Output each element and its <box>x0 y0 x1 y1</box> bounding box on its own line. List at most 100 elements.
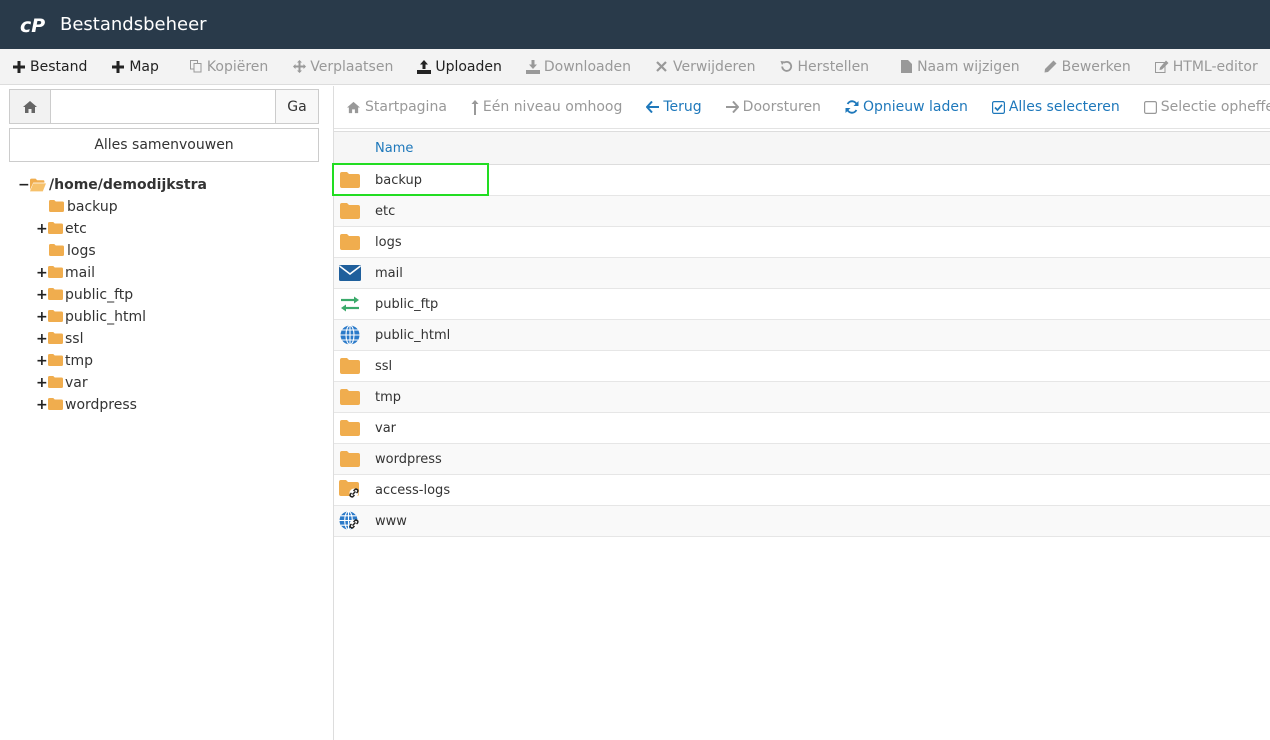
tree-root[interactable]: − /home/demodijkstra <box>0 174 334 196</box>
toolbar-bestand-button[interactable]: Bestand <box>0 49 99 84</box>
file-list: backup etc logs mail public_ftp public_htmlss… <box>332 163 1270 537</box>
table-row[interactable]: access-logs <box>334 475 1270 506</box>
file-name[interactable]: logs <box>375 235 402 250</box>
folder-icon <box>48 354 64 367</box>
toolbar-naam-wijzigen-button[interactable]: Naam wijzigen <box>887 49 1032 84</box>
folder-icon <box>48 222 64 235</box>
table-row[interactable]: wordpress <box>334 444 1270 475</box>
folder-icon <box>339 448 361 470</box>
table-row[interactable]: backup <box>332 163 1270 196</box>
toolbar-button-label: Map <box>129 58 159 75</box>
tree-item-etc[interactable]: + etc <box>0 218 334 240</box>
tree-item-tmp[interactable]: + tmp <box>0 350 334 372</box>
checkbox-checked-icon <box>991 100 1005 114</box>
table-row[interactable]: tmp <box>334 382 1270 413</box>
table-header: Name <box>334 131 1270 165</box>
app-header: cP Bestandsbeheer <box>0 0 1270 49</box>
expand-toggle-icon[interactable]: + <box>36 331 48 347</box>
table-row[interactable]: www <box>334 506 1270 537</box>
expand-toggle-icon[interactable]: + <box>36 397 48 413</box>
collapse-all-button[interactable]: Alles samenvouwen <box>9 128 319 162</box>
folder-icon <box>49 244 65 257</box>
folder-icon <box>48 288 64 301</box>
file-name[interactable]: www <box>375 514 407 529</box>
table-row[interactable]: etc <box>334 196 1270 227</box>
home-button[interactable] <box>10 90 51 123</box>
toolbar-downloaden-button[interactable]: Downloaden <box>514 49 643 84</box>
toolbar-uploaden-button[interactable]: Uploaden <box>405 49 514 84</box>
copy-icon <box>189 60 203 74</box>
toolbar-button-label: Verplaatsen <box>310 58 394 75</box>
file-name[interactable]: var <box>375 421 396 436</box>
tree-item-ssl[interactable]: + ssl <box>0 328 334 350</box>
toolbar-map-button[interactable]: Map <box>99 49 171 84</box>
toolbar-verwijderen-button[interactable]: Verwijderen <box>643 49 768 84</box>
file-name[interactable]: public_ftp <box>375 297 438 312</box>
toolbar-herstellen-button[interactable]: Herstellen <box>768 49 882 84</box>
file-name[interactable]: etc <box>375 204 395 219</box>
toolbar-html-editor-button[interactable]: HTML-editor <box>1143 49 1270 84</box>
tree-item-public-ftp[interactable]: + public_ftp <box>0 284 334 306</box>
home-icon <box>346 101 361 114</box>
table-row[interactable]: var <box>334 413 1270 444</box>
table-row[interactable]: public_ftp <box>334 289 1270 320</box>
nav-e-n-niveau-omhoog-button[interactable]: Eén niveau omhoog <box>459 99 634 115</box>
tree-item-backup[interactable]: backup <box>0 196 334 218</box>
nav-alles-selecteren-button[interactable]: Alles selecteren <box>980 99 1132 115</box>
nav-startpagina-button[interactable]: Startpagina <box>334 99 459 115</box>
file-name[interactable]: backup <box>375 173 422 188</box>
nav-selectie-opheffen-button[interactable]: Selectie opheffen <box>1132 99 1270 115</box>
table-row[interactable]: logs <box>334 227 1270 258</box>
level-up-icon <box>471 99 479 115</box>
file-name[interactable]: public_html <box>375 328 450 343</box>
move-icon <box>292 60 306 74</box>
pencil-icon <box>1044 60 1058 74</box>
undo-icon <box>780 60 794 74</box>
sidebar: Ga Alles samenvouwen − /home/demodijkstr… <box>0 86 334 740</box>
expand-toggle-icon[interactable]: + <box>36 221 48 237</box>
nav-button-label: Eén niveau omhoog <box>482 99 623 115</box>
collapse-toggle-icon[interactable]: − <box>18 177 30 193</box>
table-row[interactable]: ssl <box>334 351 1270 382</box>
nav-button-label: Selectie opheffen <box>1160 99 1270 115</box>
toolbar-verplaatsen-button[interactable]: Verplaatsen <box>280 49 405 84</box>
toolbar-button-label: Bewerken <box>1061 58 1131 75</box>
file-name[interactable]: access-logs <box>375 483 450 498</box>
expand-toggle-icon[interactable]: + <box>36 309 48 325</box>
file-name[interactable]: ssl <box>375 359 392 374</box>
expand-toggle-icon[interactable]: + <box>36 375 48 391</box>
folder-icon <box>339 355 361 377</box>
tree-item-public-html[interactable]: + public_html <box>0 306 334 328</box>
nav-doorsturen-button[interactable]: Doorsturen <box>714 99 833 115</box>
tree-item-wordpress[interactable]: + wordpress <box>0 394 334 416</box>
expand-toggle-icon[interactable]: + <box>36 287 48 303</box>
refresh-icon <box>845 100 859 114</box>
toolbar-bewerken-button[interactable]: Bewerken <box>1032 49 1143 84</box>
arrow-left-icon <box>646 101 660 113</box>
checkbox-empty-icon <box>1143 100 1157 114</box>
cpanel-logo-icon[interactable]: cP <box>20 15 52 35</box>
nav-button-label: Alles selecteren <box>1008 99 1120 115</box>
expand-toggle-icon[interactable]: + <box>36 265 48 281</box>
expand-toggle-icon[interactable]: + <box>36 353 48 369</box>
go-button[interactable]: Ga <box>275 90 318 123</box>
tree-item-mail[interactable]: + mail <box>0 262 334 284</box>
toolbar-kopi-ren-button[interactable]: Kopiëren <box>177 49 280 84</box>
folder-open-icon <box>30 178 46 192</box>
mail-icon <box>339 262 361 284</box>
navigation-bar: Startpagina Eén niveau omhoog Terug Doorstu… <box>334 86 1270 129</box>
path-input[interactable] <box>51 90 275 123</box>
nav-opnieuw-laden-button[interactable]: Opnieuw laden <box>833 99 980 115</box>
table-row[interactable]: mail <box>334 258 1270 289</box>
column-header-name[interactable]: Name <box>375 141 413 156</box>
file-name[interactable]: mail <box>375 266 403 281</box>
nav-terug-button[interactable]: Terug <box>634 99 713 115</box>
close-icon <box>655 60 669 74</box>
file-name[interactable]: tmp <box>375 390 401 405</box>
upload-icon <box>417 59 432 74</box>
tree-item-var[interactable]: + var <box>0 372 334 394</box>
plus-icon <box>12 60 26 74</box>
file-name[interactable]: wordpress <box>375 452 442 467</box>
tree-item-logs[interactable]: logs <box>0 240 334 262</box>
table-row[interactable]: public_html <box>334 320 1270 351</box>
